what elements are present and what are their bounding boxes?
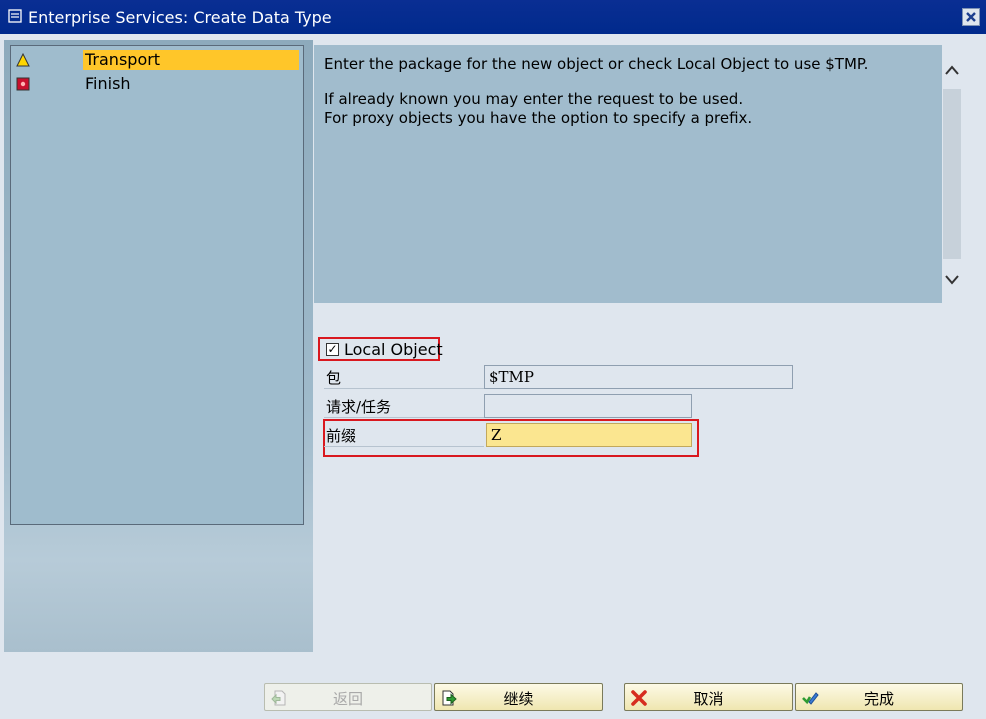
request-label: 请求/任务 xyxy=(324,396,484,418)
step-label: Finish xyxy=(85,74,131,93)
continue-button[interactable]: 继续 xyxy=(434,683,603,711)
prefix-field[interactable]: Z xyxy=(486,423,692,447)
prefix-label: 前缀 xyxy=(324,425,484,447)
title-bar: Enterprise Services: Create Data Type xyxy=(0,0,986,34)
scroll-track[interactable] xyxy=(943,89,961,259)
scroll-up-icon[interactable] xyxy=(944,63,960,79)
continue-button-label: 继续 xyxy=(503,690,534,708)
info-line: If already known you may enter the reque… xyxy=(324,90,744,108)
warning-triangle-icon xyxy=(16,53,30,67)
cancel-button[interactable]: 取消 xyxy=(624,683,793,711)
scroll-down-icon[interactable] xyxy=(944,271,960,287)
finish-button-label: 完成 xyxy=(863,690,894,708)
close-button[interactable] xyxy=(962,8,980,26)
window-menu-icon[interactable] xyxy=(8,9,22,23)
step-transport[interactable]: Transport xyxy=(11,50,303,70)
local-object-checkbox[interactable]: ✓ xyxy=(326,343,339,356)
info-text-area: Enter the package for the new object or … xyxy=(314,45,942,303)
info-line: Enter the package for the new object or … xyxy=(324,55,869,73)
package-field[interactable]: $TMP xyxy=(484,365,793,389)
local-object-label: Local Object xyxy=(344,340,443,359)
step-label: Transport xyxy=(83,50,299,70)
step-list: Transport Finish xyxy=(10,45,304,525)
info-line: For proxy objects you have the option to… xyxy=(324,109,753,127)
step-finish[interactable]: Finish xyxy=(11,74,303,94)
info-scrollbar[interactable] xyxy=(942,45,962,303)
request-field[interactable] xyxy=(484,394,692,418)
close-icon xyxy=(966,12,976,22)
package-label: 包 xyxy=(324,367,484,389)
back-button-label: 返回 xyxy=(332,690,363,708)
back-button[interactable]: 返回 xyxy=(264,683,432,711)
cancel-button-label: 取消 xyxy=(693,690,724,708)
finish-button[interactable]: 完成 xyxy=(795,683,963,711)
error-square-icon xyxy=(16,77,30,91)
window-title: Enterprise Services: Create Data Type xyxy=(28,8,332,27)
